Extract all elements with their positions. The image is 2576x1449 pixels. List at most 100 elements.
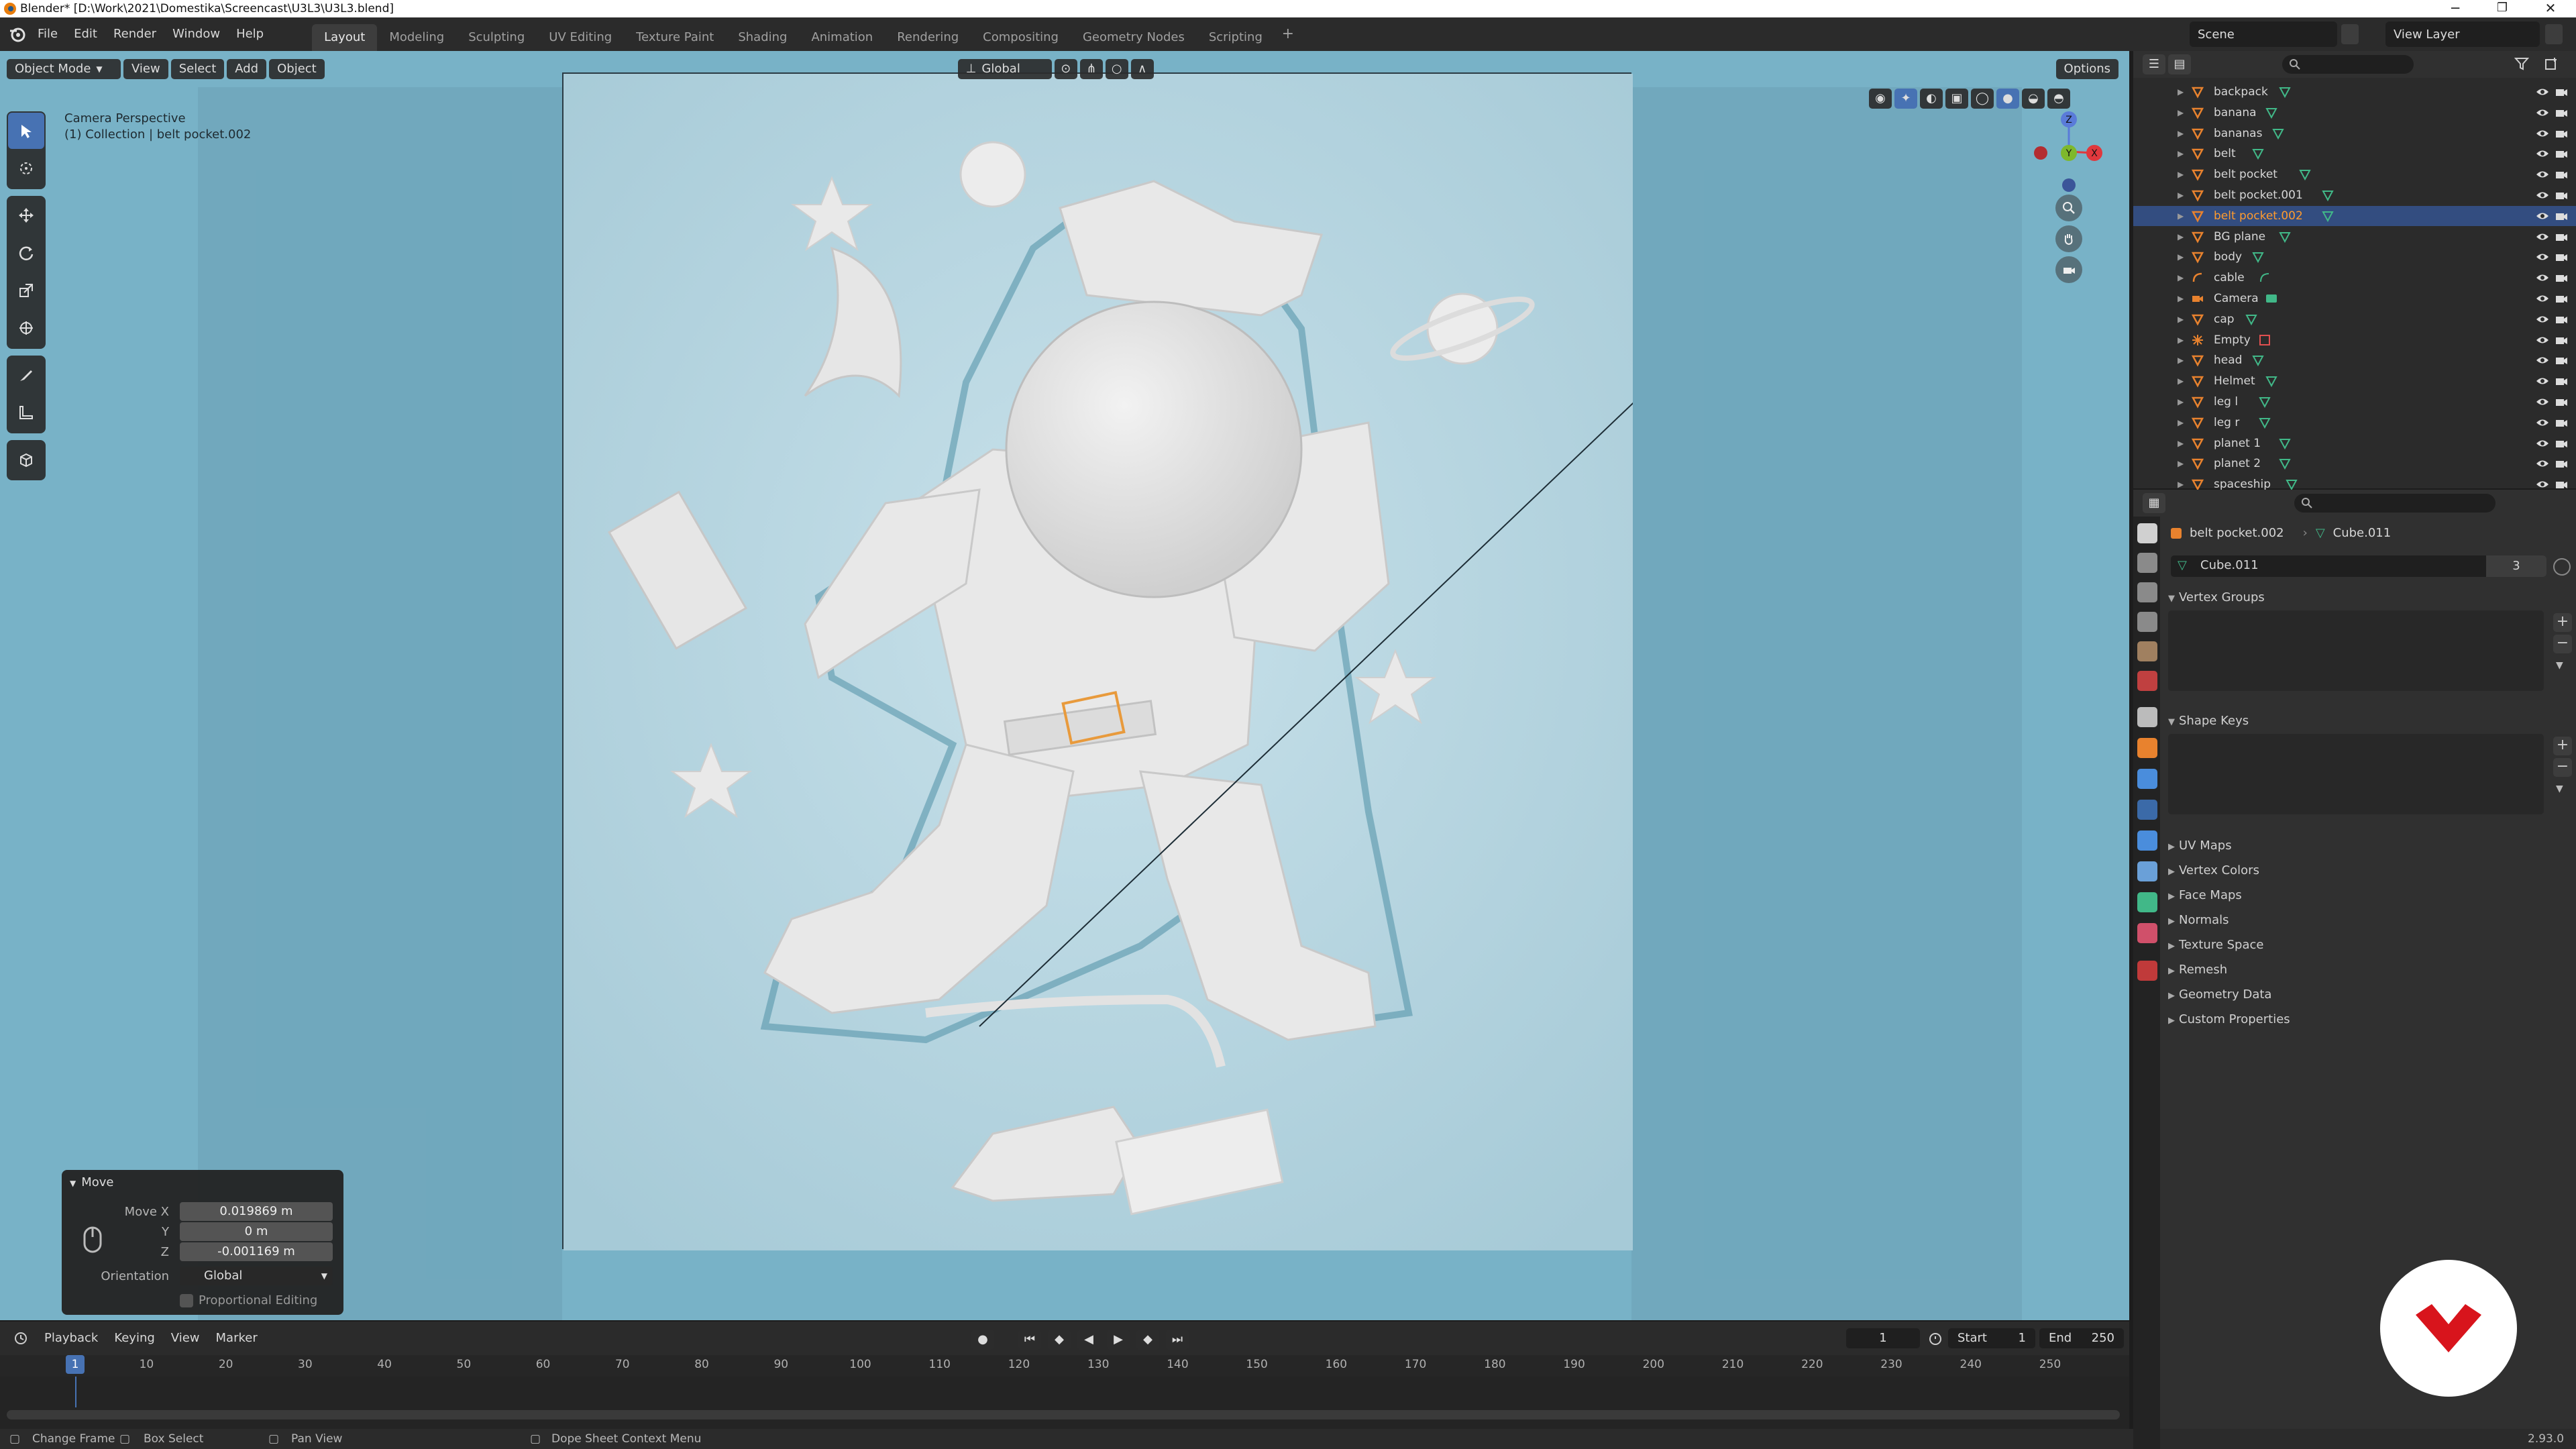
transform-tool-icon[interactable] <box>8 310 44 346</box>
material-shading-icon[interactable]: ◒ <box>2022 89 2045 109</box>
zoom-icon[interactable] <box>2055 195 2082 221</box>
menu-window[interactable]: Window <box>164 22 228 46</box>
world-tab-icon[interactable] <box>2137 671 2157 691</box>
options-button[interactable]: Options <box>2055 59 2118 79</box>
expand-arrow-icon[interactable]: ▶ <box>2178 330 2184 350</box>
3d-viewport[interactable]: Object Mode ▼ View Select Add Object ⊥ G… <box>0 51 2129 1320</box>
outliner-item[interactable]: ▶ cable <box>2133 268 2576 288</box>
view-layer-selector[interactable]: View Layer <box>2385 21 2540 47</box>
jump-keyframe-back-icon[interactable]: ◆ <box>1048 1330 1071 1350</box>
geometry-data-panel-header[interactable]: ▶ Geometry Data <box>2168 983 2568 1006</box>
solid-shading-icon[interactable]: ● <box>1996 89 2019 109</box>
object-tab-icon[interactable] <box>2137 738 2157 758</box>
expand-arrow-icon[interactable]: ▶ <box>2178 227 2184 247</box>
snap-icon[interactable]: ⋔ <box>1079 59 1103 79</box>
falloff-icon[interactable]: ∧ <box>1130 59 1154 79</box>
chevron-down-icon[interactable]: ▼ <box>2556 784 2563 794</box>
particles-tab-icon[interactable] <box>2137 800 2157 820</box>
outliner-item[interactable]: ▶ head <box>2133 350 2576 370</box>
jump-keyframe-forward-icon[interactable]: ◆ <box>1136 1330 1159 1350</box>
texture-tab-icon[interactable] <box>2137 961 2157 981</box>
menu-file[interactable]: File <box>30 22 66 46</box>
transform-orientation-selector[interactable]: ⊥ Global <box>957 59 1052 79</box>
workspace-tab-uv-editing[interactable]: UV Editing <box>537 24 624 51</box>
outliner-item[interactable]: ▶ body <box>2133 247 2576 267</box>
object-data-tab-icon[interactable] <box>2137 892 2157 912</box>
fake-user-shield-icon[interactable] <box>2553 558 2571 576</box>
physics-tab-icon[interactable] <box>2137 830 2157 851</box>
scene-selector[interactable]: Scene <box>2190 21 2337 47</box>
outliner-item[interactable]: ▶ planet 1 <box>2133 433 2576 453</box>
current-frame-field[interactable]: 1 <box>1846 1328 1920 1348</box>
minimize-button[interactable]: ─ <box>2435 0 2475 17</box>
workspace-tab-scripting[interactable]: Scripting <box>1197 24 1275 51</box>
move-y-field[interactable]: 0 m <box>180 1222 333 1241</box>
menu-edit[interactable]: Edit <box>66 22 105 46</box>
expand-arrow-icon[interactable]: ▶ <box>2178 413 2184 433</box>
properties-search-input[interactable] <box>2294 494 2496 513</box>
remove-shape-key-button[interactable]: − <box>2553 758 2572 777</box>
measure-tool-icon[interactable] <box>8 394 44 431</box>
expand-arrow-icon[interactable]: ▶ <box>2178 433 2184 453</box>
workspace-tab-sculpting[interactable]: Sculpting <box>456 24 537 51</box>
jump-start-icon[interactable]: ⏮ <box>1018 1330 1041 1350</box>
shape-keys-panel-header[interactable]: ▼ Shape Keys <box>2168 710 2568 733</box>
outliner-item[interactable]: ▶ bananas <box>2133 123 2576 144</box>
record-icon[interactable]: ● <box>971 1330 994 1350</box>
outliner-item[interactable]: ▶ Empty <box>2133 330 2576 350</box>
start-frame-field[interactable]: Start 1 <box>1948 1328 2035 1348</box>
mesh-datablock-selector[interactable]: ▽ Cube.011 3 <box>2171 555 2546 577</box>
gizmo-toggle-icon[interactable]: ✦ <box>1894 89 1917 109</box>
timeline-menu-playback[interactable]: Playback <box>36 1326 106 1350</box>
collection-tab-icon[interactable] <box>2137 707 2157 727</box>
play-icon[interactable]: ▶ <box>1107 1330 1130 1350</box>
outliner-item[interactable]: ▶ Helmet <box>2133 371 2576 391</box>
menu-help[interactable]: Help <box>228 22 272 46</box>
add-shape-key-button[interactable]: + <box>2553 737 2572 755</box>
display-mode-icon[interactable]: ▤ <box>2168 54 2191 74</box>
overlay-toggle-icon[interactable]: ◐ <box>1920 89 1943 109</box>
outliner-item[interactable]: ▶ planet 2 <box>2133 453 2576 474</box>
remove-vertex-group-button[interactable]: − <box>2553 635 2572 653</box>
workspace-tab-texture-paint[interactable]: Texture Paint <box>624 24 726 51</box>
workspace-tab-layout[interactable]: Layout <box>312 24 378 51</box>
outliner-item[interactable]: ▶ leg r <box>2133 413 2576 433</box>
workspace-tab-shading[interactable]: Shading <box>726 24 799 51</box>
move-z-field[interactable]: -0.001169 m <box>180 1242 333 1261</box>
stopwatch-icon[interactable] <box>1928 1331 1943 1349</box>
output-tab-icon[interactable] <box>2137 582 2157 602</box>
end-frame-field[interactable]: End 250 <box>2039 1328 2124 1348</box>
navigation-gizmo[interactable]: Z Y X <box>2029 111 2109 283</box>
workspace-tab-modeling[interactable]: Modeling <box>377 24 456 51</box>
move-tool-icon[interactable] <box>8 197 44 233</box>
timeline-channels[interactable] <box>0 1377 2129 1429</box>
workspace-tab-compositing[interactable]: Compositing <box>971 24 1071 51</box>
playhead-frame-indicator[interactable]: 1 <box>66 1355 85 1374</box>
timeline-menu-keying[interactable]: Keying <box>106 1326 162 1350</box>
face-maps-panel-header[interactable]: ▶ Face Maps <box>2168 884 2568 907</box>
remesh-panel-header[interactable]: ▶ Remesh <box>2168 959 2568 981</box>
vertex-groups-panel-header[interactable]: ▼ Vertex Groups <box>2168 586 2568 609</box>
uv-maps-panel-header[interactable]: ▶ UV Maps <box>2168 835 2568 857</box>
mode-selector[interactable]: Object Mode ▼ <box>7 59 121 79</box>
texture-space-panel-header[interactable]: ▶ Texture Space <box>2168 934 2568 957</box>
properties-editor-type-icon[interactable]: ▦ <box>2143 493 2165 513</box>
scale-tool-icon[interactable] <box>8 272 44 309</box>
outliner-item[interactable]: ▶ belt pocket.002 <box>2133 205 2576 226</box>
tool-tab-icon[interactable] <box>2137 523 2157 543</box>
outliner-item[interactable]: ▶ BG plane <box>2133 227 2576 247</box>
camera-view-icon[interactable] <box>2055 256 2082 283</box>
view-layer-tab-icon[interactable] <box>2137 612 2157 632</box>
workspace-tab-geometry-nodes[interactable]: Geometry Nodes <box>1071 24 1197 51</box>
cursor-tool-icon[interactable] <box>8 150 44 186</box>
jump-end-icon[interactable]: ⏭ <box>1166 1330 1189 1350</box>
viewport-menu-object[interactable]: Object <box>269 59 325 79</box>
expand-arrow-icon[interactable]: ▶ <box>2178 206 2184 226</box>
constraints-tab-icon[interactable] <box>2137 861 2157 881</box>
workspace-tab-animation[interactable]: Animation <box>799 24 885 51</box>
outliner-item[interactable]: ▶ belt pocket <box>2133 164 2576 184</box>
timeline-menu-marker[interactable]: Marker <box>208 1326 266 1350</box>
expand-arrow-icon[interactable]: ▶ <box>2178 185 2184 205</box>
expand-arrow-icon[interactable]: ▶ <box>2178 144 2184 164</box>
pivot-point-icon[interactable]: ⊙ <box>1054 59 1077 79</box>
